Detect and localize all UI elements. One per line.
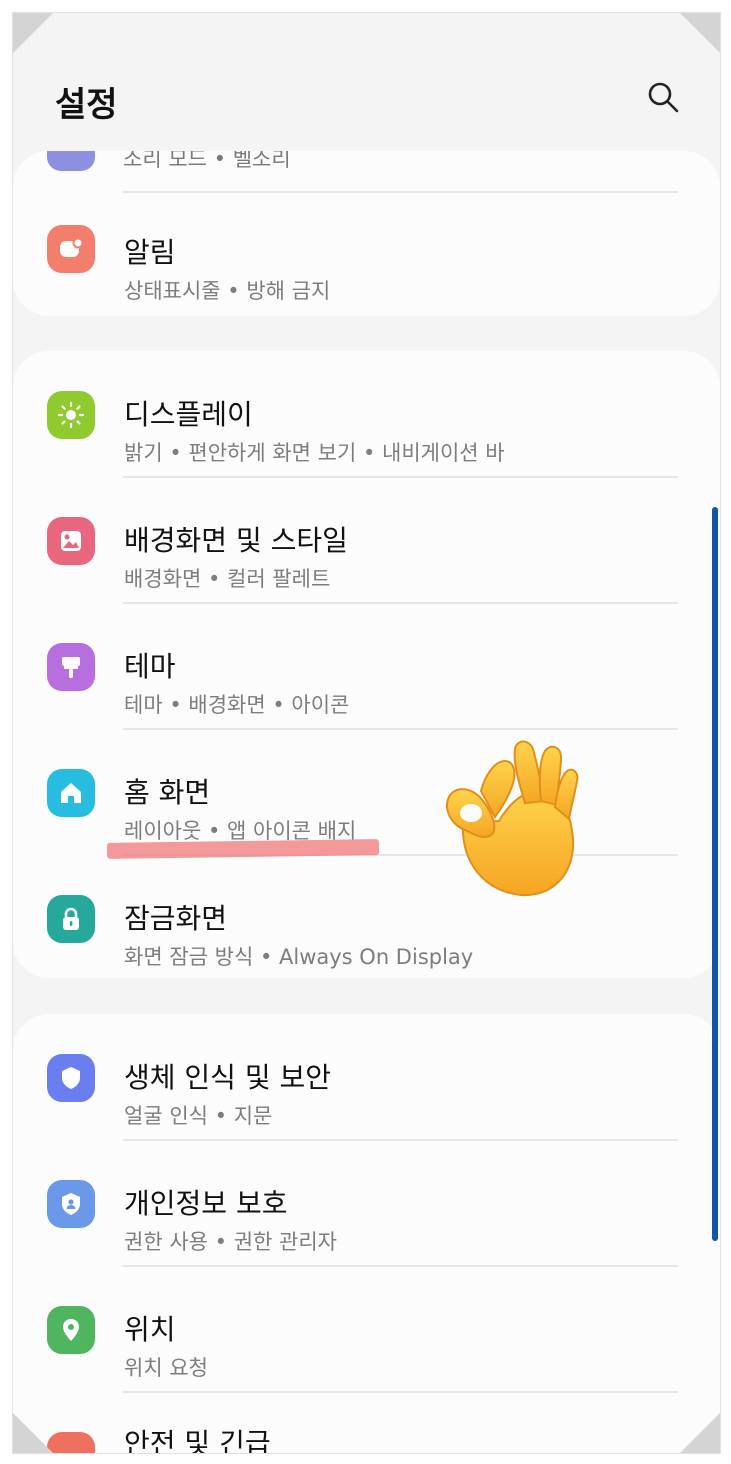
item-subtitle: 얼굴 인식 • 지문: [124, 1104, 273, 1128]
corner-decoration: [680, 13, 720, 53]
home-icon: [47, 769, 95, 817]
image-icon: [47, 517, 95, 565]
item-subtitle: 테마 • 배경화면 • 아이콘: [124, 693, 350, 717]
location-pin-icon: [47, 1306, 95, 1354]
item-subtitle: 밝기 • 편안하게 화면 보기 • 내비게이션 바: [124, 441, 505, 465]
emergency-icon: [47, 1432, 95, 1453]
settings-item-notifications[interactable]: 알림 상태표시줄 • 방해 금지: [13, 193, 720, 319]
item-title: 홈 화면: [124, 776, 211, 809]
item-title: 잠금화면: [124, 902, 228, 935]
item-title: 생체 인식 및 보안: [124, 1061, 332, 1094]
search-icon: [648, 82, 679, 113]
scrollbar[interactable]: [712, 507, 718, 1241]
sun-icon: [47, 391, 95, 439]
item-title: 알림: [124, 236, 176, 269]
item-title: 테마: [124, 650, 176, 683]
settings-group-security: 생체 인식 및 보안 얼굴 인식 • 지문 개인정보 보호 권한 사용 • 권한…: [13, 1014, 720, 1454]
settings-group-notifications: 알림 상태표시줄 • 방해 금지: [13, 151, 720, 316]
settings-screen: 설정 소리 모드 • 벨소리 알림 상태표시줄 • 방해 금지 디스플레이 밝기…: [12, 12, 721, 1454]
paint-brush-icon: [47, 643, 95, 691]
notification-icon: [47, 225, 95, 273]
settings-item-privacy[interactable]: 개인정보 보호 권한 사용 • 권한 관리자: [13, 1140, 720, 1266]
item-subtitle: 권한 사용 • 권한 관리자: [124, 1230, 337, 1254]
settings-item-lock-screen[interactable]: 잠금화면 화면 잠금 방식 • Always On Display: [13, 855, 720, 981]
privacy-shield-icon: [47, 1180, 95, 1228]
item-title: 안전 및 긴급: [124, 1427, 271, 1454]
item-title: 배경화면 및 스타일: [124, 524, 348, 557]
corner-decoration: [680, 1413, 720, 1453]
shield-icon: [47, 1054, 95, 1102]
item-title: 위치: [124, 1313, 176, 1346]
item-subtitle: 상태표시줄 • 방해 금지: [124, 279, 331, 303]
settings-item-theme[interactable]: 테마 테마 • 배경화면 • 아이콘: [13, 603, 720, 729]
item-subtitle: 화면 잠금 방식 • Always On Display: [124, 945, 474, 969]
app-header: 설정: [13, 13, 720, 151]
corner-decoration: [13, 13, 53, 53]
settings-item-display[interactable]: 디스플레이 밝기 • 편안하게 화면 보기 • 내비게이션 바: [13, 351, 720, 477]
lock-icon: [47, 895, 95, 943]
settings-item-biometrics[interactable]: 생체 인식 및 보안 얼굴 인식 • 지문: [13, 1014, 720, 1140]
settings-item-wallpaper[interactable]: 배경화면 및 스타일 배경화면 • 컬러 팔레트: [13, 477, 720, 603]
ok-hand-emoji: [446, 740, 579, 897]
item-title: 디스플레이: [124, 398, 253, 431]
search-button[interactable]: [645, 79, 681, 115]
settings-item-location[interactable]: 위치 위치 요청: [13, 1266, 720, 1392]
settings-item-safety-emergency[interactable]: 안전 및 긴급: [13, 1392, 720, 1454]
page-title: 설정: [55, 85, 118, 125]
item-title: 개인정보 보호: [124, 1187, 288, 1220]
settings-group-display: 디스플레이 밝기 • 편안하게 화면 보기 • 내비게이션 바 배경화면 및 스…: [13, 351, 720, 978]
corner-decoration: [13, 1413, 53, 1453]
item-subtitle: 위치 요청: [124, 1356, 208, 1380]
item-subtitle: 배경화면 • 컬러 팔레트: [124, 567, 331, 591]
settings-item-home-screen[interactable]: 홈 화면 레이아웃 • 앱 아이콘 배지: [13, 729, 720, 855]
